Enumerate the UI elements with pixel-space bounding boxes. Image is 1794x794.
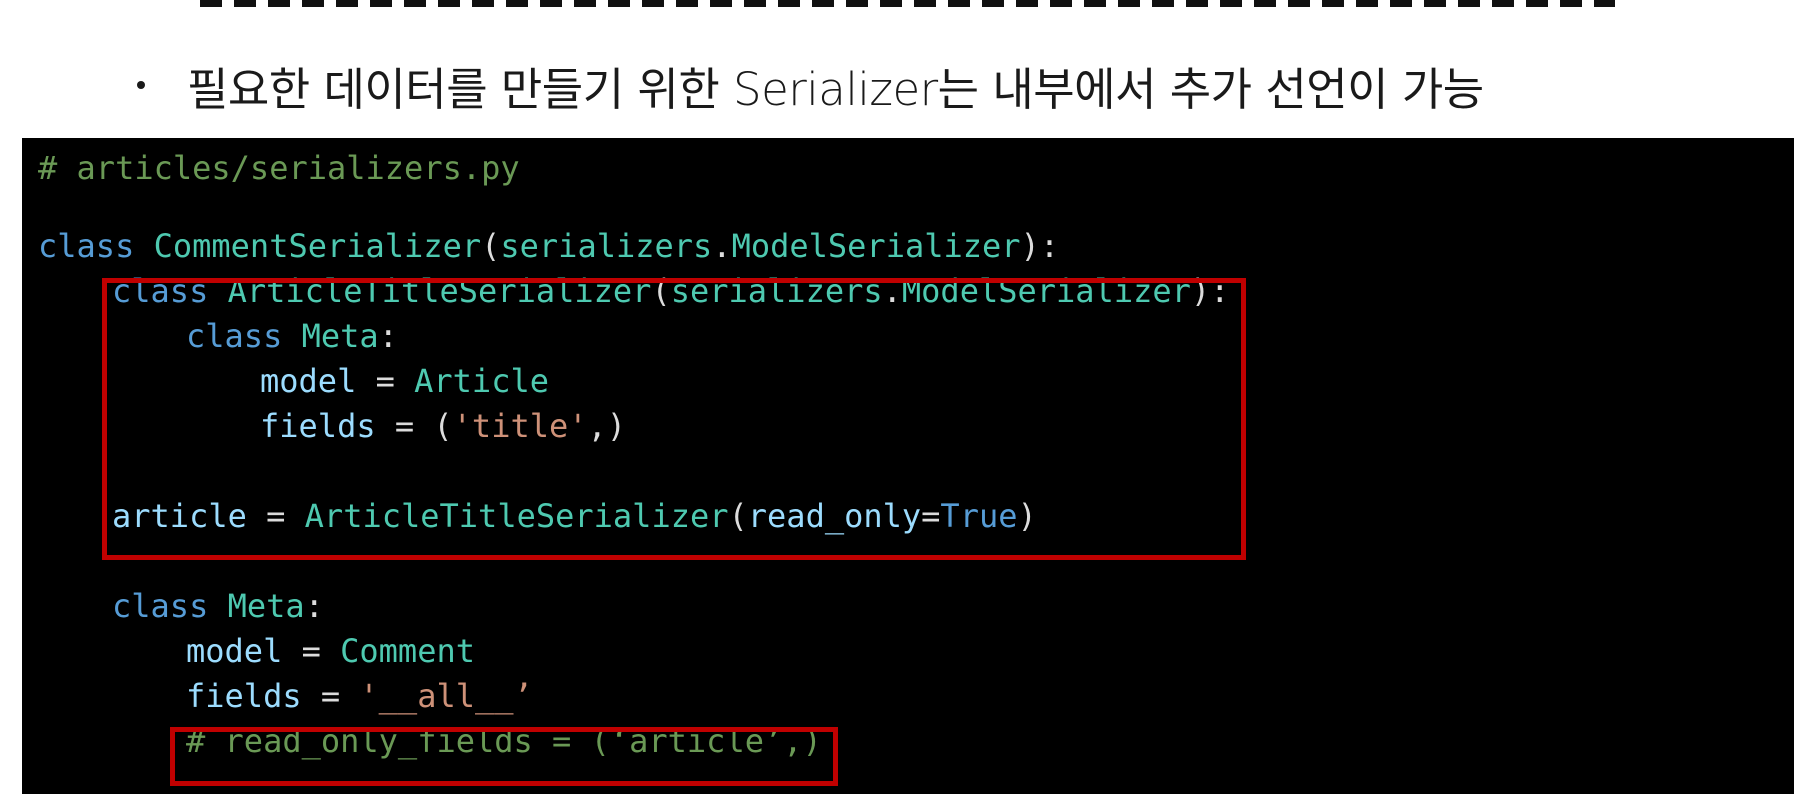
code-punctuation: . <box>882 272 902 310</box>
code-class-name: ArticleTitleSerializer <box>227 272 652 310</box>
code-punctuation: ( <box>651 272 671 310</box>
code-operator: = <box>301 677 360 715</box>
code-variable: model <box>186 632 283 670</box>
dashed-divider <box>200 0 1615 7</box>
code-argument: read_only <box>747 497 922 535</box>
code-comment: # read_only_fields = (‘article’,) <box>186 722 822 760</box>
code-punctuation: ( <box>728 497 748 535</box>
code-punctuation: : <box>304 587 324 625</box>
code-keyword: class <box>38 227 135 265</box>
code-variable: fields <box>186 677 302 715</box>
code-variable: article <box>112 497 247 535</box>
code-operator: = ( <box>375 407 453 445</box>
code-base-class: ModelSerializer <box>901 272 1191 310</box>
code-module: serializers <box>500 227 713 265</box>
code-line-1: # articles/serializers.py <box>38 146 520 191</box>
code-line-3: class CommentSerializer(serializers.Mode… <box>38 224 1059 269</box>
code-line-7: fields = ('title',) <box>260 404 626 449</box>
code-string: 'title' <box>452 407 588 445</box>
code-line-5: class Meta: <box>186 314 398 359</box>
code-punctuation: : <box>378 317 398 355</box>
code-class-ref: ArticleTitleSerializer <box>304 497 729 535</box>
code-operator: = <box>921 497 941 535</box>
code-class-name: Meta <box>301 317 379 355</box>
code-line-12: model = Comment <box>186 629 475 674</box>
code-operator: = <box>246 497 305 535</box>
code-punctuation: ): <box>1190 272 1230 310</box>
bullet-point: 필요한 데이터를 만들기 위한 Serializer는 내부에서 추가 선언이 … <box>137 52 1484 118</box>
code-string: '__all__’ <box>359 677 533 715</box>
code-punctuation: ( <box>481 227 501 265</box>
code-line-9: article = ArticleTitleSerializer(read_on… <box>112 494 1037 539</box>
code-class-ref: Article <box>414 362 549 400</box>
code-keyword: class <box>112 587 209 625</box>
code-variable: fields <box>260 407 376 445</box>
code-line-13: fields = '__all__’ <box>186 674 533 719</box>
code-class-name: Meta <box>227 587 305 625</box>
bullet-text: 필요한 데이터를 만들기 위한 Serializer는 내부에서 추가 선언이 … <box>187 62 1484 116</box>
code-line-6: model = Article <box>260 359 549 404</box>
code-punctuation: ,) <box>587 407 627 445</box>
code-punctuation: ) <box>1017 497 1037 535</box>
code-constant: True <box>940 497 1018 535</box>
code-operator: = <box>356 362 415 400</box>
code-keyword: class <box>112 272 209 310</box>
code-punctuation: ): <box>1020 227 1060 265</box>
code-variable: model <box>260 362 357 400</box>
bullet-dot-icon <box>137 81 145 89</box>
code-line-4: class ArticleTitleSerializer(serializers… <box>112 269 1229 314</box>
code-line-11: class Meta: <box>112 584 324 629</box>
code-line-14: # read_only_fields = (‘article’,) <box>186 719 822 764</box>
code-block: # articles/serializers.py class CommentS… <box>22 138 1794 794</box>
code-module: serializers <box>670 272 883 310</box>
code-class-ref: Comment <box>340 632 475 670</box>
code-operator: = <box>282 632 341 670</box>
code-comment: # articles/serializers.py <box>38 149 520 187</box>
code-base-class: ModelSerializer <box>731 227 1021 265</box>
code-keyword: class <box>186 317 283 355</box>
code-class-name: CommentSerializer <box>153 227 482 265</box>
code-punctuation: . <box>712 227 732 265</box>
